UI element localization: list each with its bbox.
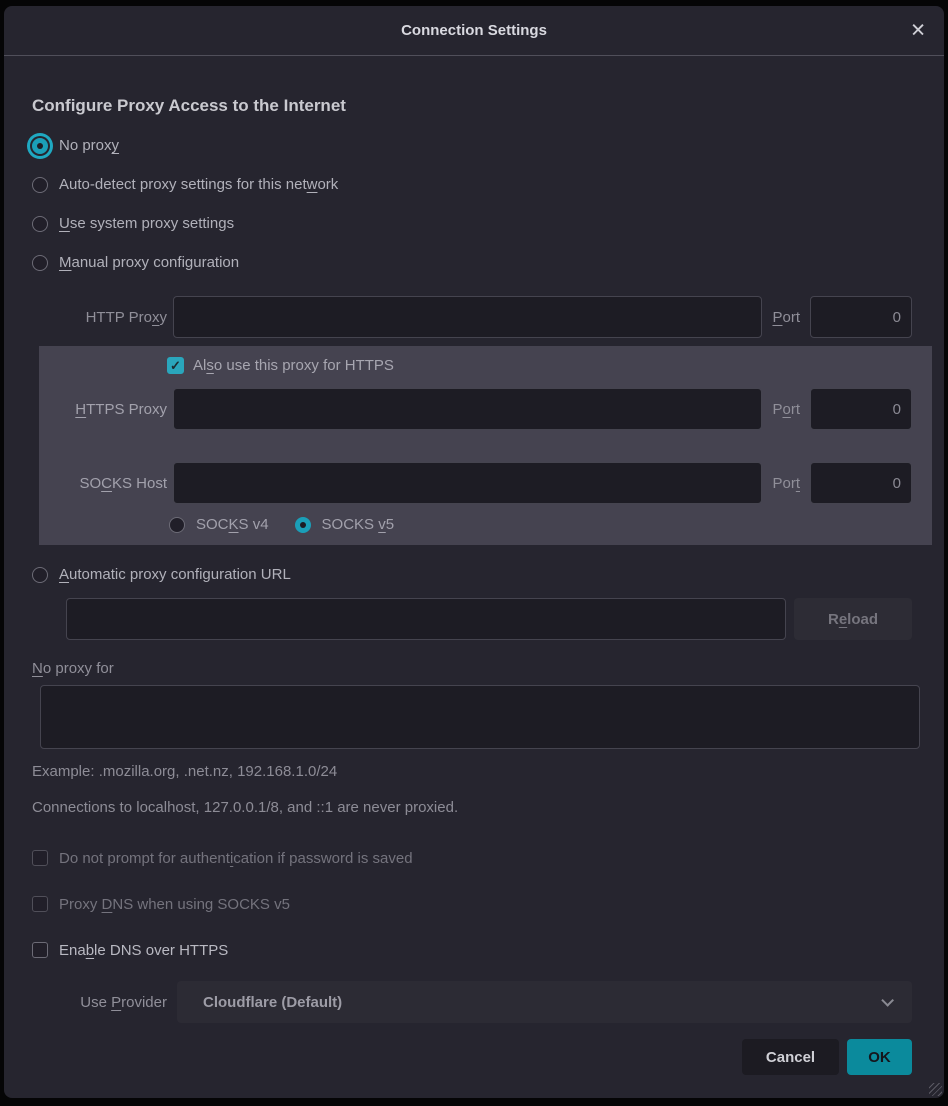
checkbox-share-proxy-https[interactable]: ✓ Also use this proxy for HTTPS — [167, 357, 912, 374]
checkbox-proxy-dns-socks5[interactable]: Proxy DNS when using SOCKS v5 — [32, 893, 944, 915]
provider-dropdown[interactable]: Cloudflare (Default) — [177, 981, 912, 1023]
radio-selected-icon — [295, 517, 311, 533]
radio-socks-v5-label: SOCKS v5 — [322, 516, 395, 533]
use-provider-label: Use Provider — [32, 994, 167, 1011]
https-port-label: Port — [772, 401, 800, 418]
socks-host-input[interactable] — [173, 462, 762, 504]
manual-proxy-highlight-section: ✓ Also use this proxy for HTTPS HTTPS Pr… — [39, 346, 932, 545]
radio-auto-config-url[interactable]: Automatic proxy configuration URL — [4, 555, 944, 594]
dialog-title: Connection Settings — [401, 22, 547, 39]
socks-port-input[interactable] — [810, 462, 912, 504]
checkbox-enable-doh[interactable]: Enable DNS over HTTPS — [32, 939, 944, 961]
https-proxy-row: HTTPS Proxy Port — [39, 388, 912, 430]
connection-settings-dialog: Connection Settings ✕ Configure Proxy Ac… — [4, 6, 944, 1098]
socks-host-label: SOCKS Host — [39, 475, 167, 492]
checkbox-no-prompt-auth[interactable]: Do not prompt for authentication if pass… — [32, 847, 944, 869]
no-proxy-for-textarea[interactable] — [40, 685, 920, 749]
radio-selected-icon — [32, 138, 48, 154]
reload-button[interactable]: Reload — [794, 598, 912, 640]
checkbox-icon — [32, 850, 48, 866]
chevron-down-icon — [881, 994, 894, 1007]
http-proxy-label: HTTP Proxy — [32, 309, 167, 326]
auto-config-url-input[interactable] — [66, 598, 786, 640]
radio-auto-detect[interactable]: Auto-detect proxy settings for this netw… — [4, 165, 944, 204]
http-port-input[interactable] — [810, 296, 912, 338]
socks-host-row: SOCKS Host Port — [39, 462, 912, 504]
http-port-label: Port — [772, 309, 800, 326]
no-proxy-note-text: Connections to localhost, 127.0.0.1/8, a… — [32, 799, 944, 817]
radio-system-proxy[interactable]: Use system proxy settings — [4, 204, 944, 243]
https-proxy-input[interactable] — [173, 388, 762, 430]
radio-socks-v4-label[interactable]: SOCKS v4 — [196, 516, 269, 533]
radio-icon — [32, 177, 48, 193]
screen-background: Connection Settings ✕ Configure Proxy Ac… — [0, 0, 948, 1106]
http-proxy-row: HTTP Proxy Port — [4, 296, 944, 338]
checkbox-checked-icon: ✓ — [167, 357, 184, 374]
check-glyph: ✓ — [170, 359, 181, 372]
checkbox-icon — [32, 896, 48, 912]
checkbox-label: Do not prompt for authentication if pass… — [59, 850, 413, 867]
close-icon[interactable]: ✕ — [910, 21, 926, 40]
radio-label: Manual proxy configuration — [59, 254, 239, 271]
radio-label: No proxy — [59, 137, 119, 154]
socks-version-group: SOCKS v4 SOCKS v5 — [169, 516, 912, 533]
page-title: Configure Proxy Access to the Internet — [32, 94, 944, 118]
cancel-button[interactable]: Cancel — [742, 1039, 839, 1075]
radio-manual-proxy[interactable]: Manual proxy configuration — [4, 243, 944, 282]
checkbox-label: Proxy DNS when using SOCKS v5 — [59, 896, 290, 913]
dialog-footer: Cancel OK — [4, 1039, 944, 1075]
resize-grip[interactable] — [929, 1083, 942, 1096]
no-proxy-example-text: Example: .mozilla.org, .net.nz, 192.168.… — [32, 763, 944, 781]
no-proxy-for-label: No proxy for — [32, 660, 944, 677]
radio-label: Use system proxy settings — [59, 215, 234, 232]
http-proxy-input[interactable] — [173, 296, 762, 338]
dialog-titlebar: Connection Settings ✕ — [4, 6, 944, 56]
auto-config-url-row: Reload — [4, 598, 944, 640]
https-port-input[interactable] — [810, 388, 912, 430]
radio-icon — [32, 255, 48, 271]
radio-icon[interactable] — [169, 517, 185, 533]
provider-selected-value: Cloudflare (Default) — [203, 994, 881, 1011]
spacer — [39, 430, 912, 462]
radio-icon — [32, 216, 48, 232]
doh-provider-row: Use Provider Cloudflare (Default) — [4, 981, 944, 1023]
ok-button[interactable]: OK — [847, 1039, 912, 1075]
https-proxy-label: HTTPS Proxy — [39, 401, 167, 418]
radio-icon — [32, 567, 48, 583]
radio-label: Automatic proxy configuration URL — [59, 566, 291, 583]
checkbox-icon — [32, 942, 48, 958]
radio-no-proxy[interactable]: No proxy — [4, 126, 944, 165]
checkbox-label: Enable DNS over HTTPS — [59, 942, 228, 959]
socks-port-label: Port — [772, 475, 800, 492]
checkbox-label: Also use this proxy for HTTPS — [193, 357, 394, 374]
radio-socks-v5[interactable]: SOCKS v5 — [295, 516, 395, 533]
radio-label: Auto-detect proxy settings for this netw… — [59, 176, 338, 193]
